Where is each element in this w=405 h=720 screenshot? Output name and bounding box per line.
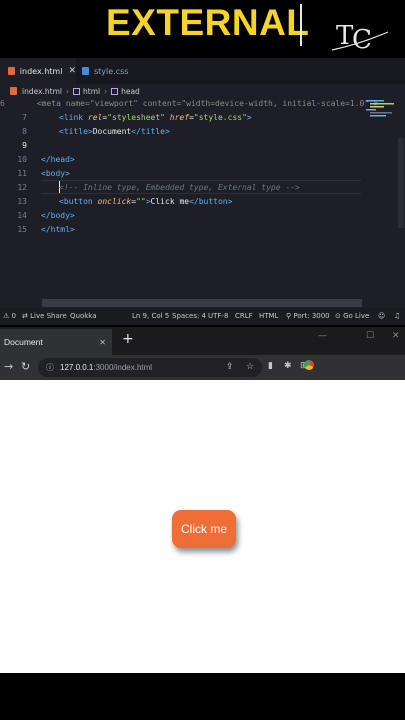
code-text: <body> <box>41 168 70 178</box>
site-info-icon[interactable]: ⓘ <box>46 362 54 373</box>
code-comment: <!-- Inline type, Embedded type, Externa… <box>59 182 300 192</box>
share-icon[interactable]: ⇪ <box>226 361 234 372</box>
web-page-content: Click me <box>0 380 405 673</box>
line-number: 15 <box>17 224 27 234</box>
video-title-banner: EXTERNAL T C <box>0 0 405 56</box>
reload-icon[interactable]: ↻ <box>21 360 30 373</box>
code-area[interactable]: 6 <meta name="viewport" content="width=d… <box>0 96 379 296</box>
code-editor: index.html ✕ style.css index.html › html… <box>0 58 405 325</box>
maximize-icon[interactable]: ☐ <box>366 331 374 341</box>
go-live-icon: ⊙ <box>335 312 344 320</box>
extension-icon[interactable]: ▮ <box>268 361 273 371</box>
address-bar[interactable]: ⓘ 127.0.0.1:3000/index.html ⇪ ☆ <box>38 358 262 377</box>
line-number: 12 <box>17 182 27 192</box>
line-number: 13 <box>17 196 27 206</box>
html-file-icon <box>8 67 15 75</box>
horizontal-scrollbar[interactable] <box>42 299 362 307</box>
chevron-right-icon: › <box>66 86 69 96</box>
click-me-button[interactable]: Click me <box>172 510 236 548</box>
feedback-icon[interactable]: ☺ <box>378 312 385 320</box>
code-line: 14 </body> <box>0 208 370 222</box>
cursor-position[interactable]: Ln 9, Col 5 <box>132 312 169 320</box>
channel-logo: T C <box>331 21 389 55</box>
code-text: <link rel="stylesheet" href="style.css"> <box>59 112 252 122</box>
line-number: 11 <box>17 168 27 178</box>
code-text: </html> <box>41 224 75 234</box>
code-text: </head> <box>41 154 75 164</box>
code-line: 15 </html> <box>0 222 370 236</box>
tab-style-css[interactable]: style.css <box>78 58 142 84</box>
css-file-icon <box>82 67 89 75</box>
browser-window: Document ✕ + — ☐ ✕ → ↻ ⓘ 127.0.0.1:3000/… <box>0 327 405 673</box>
line-number: 7 <box>22 112 27 122</box>
bookmark-star-icon[interactable]: ☆ <box>246 361 254 372</box>
banner-title: EXTERNAL <box>106 2 310 43</box>
code-text: <title>Document</title> <box>59 126 170 136</box>
url-path: :3000/index.html <box>93 363 153 372</box>
url-host: 127.0.0.1 <box>60 363 94 372</box>
problems-indicator[interactable]: ⚠ 0 <box>3 312 16 320</box>
line-number: 10 <box>17 154 27 164</box>
breadcrumb-head[interactable]: head <box>121 87 140 96</box>
code-line: 11 <body> <box>0 166 370 180</box>
code-text: <meta name="viewport" content="width=dev… <box>36 98 379 108</box>
line-number: 6 <box>0 98 5 108</box>
code-text: </body> <box>41 210 75 220</box>
color-picker-icon[interactable] <box>304 360 314 370</box>
live-share-button[interactable]: ⇄ Live Share <box>22 312 67 320</box>
encoding[interactable]: UTF-8 <box>208 312 228 320</box>
code-line: 10 </head> <box>0 152 370 166</box>
port-indicator[interactable]: ⚲ Port: 3000 <box>286 312 330 320</box>
close-tab-icon[interactable]: ✕ <box>68 66 76 76</box>
line-number: 9 <box>22 140 27 150</box>
element-icon <box>73 87 80 95</box>
tab-label: style.css <box>94 66 129 76</box>
indentation[interactable]: Spaces: 4 <box>172 312 206 320</box>
new-tab-button[interactable]: + <box>122 331 134 347</box>
close-window-icon[interactable]: ✕ <box>392 331 400 341</box>
banner-divider <box>300 4 302 46</box>
minimize-icon[interactable]: — <box>318 331 327 341</box>
code-line: 6 <meta name="viewport" content="width=d… <box>0 96 379 110</box>
live-share-icon: ⇄ <box>22 312 31 320</box>
line-number: 8 <box>22 126 27 136</box>
close-tab-icon[interactable]: ✕ <box>99 338 106 347</box>
go-live-button[interactable]: ⊙ Go Live <box>335 312 369 320</box>
code-line: 12 <!-- Inline type, Embedded type, Exte… <box>0 180 370 194</box>
breadcrumb-html[interactable]: html <box>83 87 100 96</box>
code-line: 7 <link rel="stylesheet" href="style.css… <box>0 110 370 124</box>
browser-toolbar: → ↻ ⓘ 127.0.0.1:3000/index.html ⇪ ☆ ▮ ✱ … <box>0 355 405 380</box>
code-line: 13 <button onclick="">Click me</button> <box>0 194 370 208</box>
element-icon <box>111 87 119 95</box>
settings-gear-icon[interactable]: ✱ <box>284 361 292 371</box>
notification-bell-icon[interactable]: ♫ <box>394 312 400 320</box>
tab-label: index.html <box>19 66 63 76</box>
html-file-icon <box>10 87 17 95</box>
language-mode[interactable]: HTML <box>259 312 278 320</box>
code-line: 9 <box>0 138 370 152</box>
code-line: 8 <title>Document</title> <box>0 124 370 138</box>
editor-tab-bar: index.html ✕ style.css <box>0 58 405 84</box>
code-text: <button onclick="">Click me</button> <box>59 196 233 206</box>
breadcrumb-file[interactable]: index.html <box>22 87 62 96</box>
line-ending[interactable]: CRLF <box>235 312 253 320</box>
vertical-scrollbar[interactable] <box>398 138 404 228</box>
tab-title: Document <box>4 337 43 347</box>
back-arrow-icon[interactable]: → <box>4 360 13 373</box>
minimap[interactable] <box>364 98 404 118</box>
tab-index-html[interactable]: index.html ✕ <box>0 58 76 84</box>
chevron-right-icon: › <box>104 86 108 96</box>
status-bar: ⚠ 0 ⇄ Live Share Quokka Ln 9, Col 5 Spac… <box>0 308 405 325</box>
browser-tab-strip: Document ✕ + — ☐ ✕ <box>0 327 405 355</box>
line-number: 14 <box>17 210 27 220</box>
browser-tab-document[interactable]: Document ✕ <box>0 329 112 355</box>
quokka-button[interactable]: Quokka <box>70 312 97 320</box>
